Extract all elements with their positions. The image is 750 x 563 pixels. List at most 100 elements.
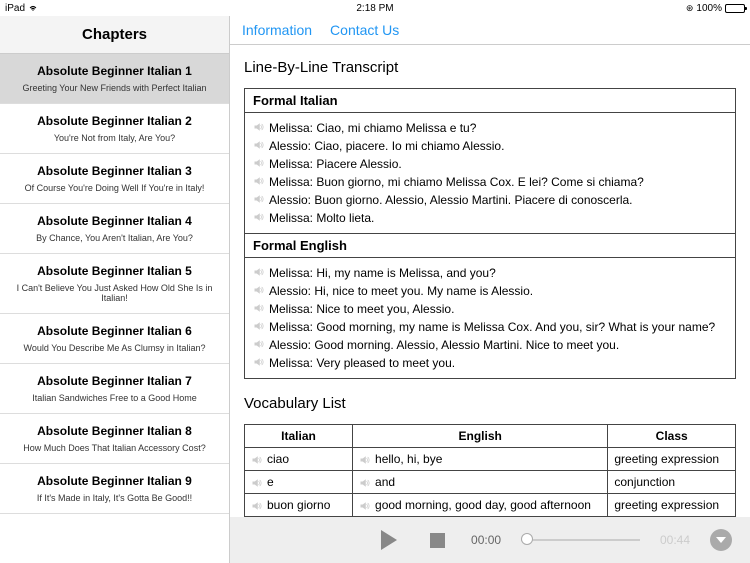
stop-button[interactable] [423,526,451,554]
chapter-subtitle: Of Course You're Doing Well If You're in… [8,183,221,193]
chapter-item[interactable]: Absolute Beginner Italian 2You're Not fr… [0,104,229,154]
sound-icon[interactable] [359,500,371,512]
sound-icon[interactable] [253,320,265,332]
table-cell[interactable]: and [353,471,608,494]
table-row: ciaohello, hi, byegreeting expression [245,448,736,471]
chapter-subtitle: You're Not from Italy, Are You? [8,133,221,143]
sound-icon[interactable] [251,454,263,466]
sound-icon[interactable] [253,356,265,368]
transcript-line[interactable]: Melissa: Nice to meet you, Alessio. [253,300,727,318]
transcript-line[interactable]: Melissa: Very pleased to meet you. [253,354,727,372]
transcript-line[interactable]: Alessio: Buon giorno. Alessio, Alessio M… [253,191,727,209]
transcript-line[interactable]: Alessio: Ciao, piacere. Io mi chiamo Ale… [253,137,727,155]
transcript-line[interactable]: Melissa: Molto lieta. [253,209,727,227]
carrier-label: iPad [5,3,25,14]
audio-total-time: 00:44 [660,533,690,547]
sound-icon[interactable] [251,477,263,489]
chapter-item[interactable]: Absolute Beginner Italian 4 By Chance, Yo… [0,204,229,254]
vocab-text: buon giorno [267,498,330,512]
vocab-text: good morning, good day, good afternoon [375,498,591,512]
chapter-list[interactable]: Absolute Beginner Italian 1Greeting Your… [0,54,229,563]
chapter-item[interactable]: Absolute Beginner Italian 6Would You Des… [0,314,229,364]
sound-icon[interactable] [253,175,265,187]
status-left: iPad [5,3,38,14]
audio-current-time: 00:00 [471,533,501,547]
table-cell[interactable]: hello, hi, bye [353,448,608,471]
table-cell: greeting expression [608,494,736,517]
sound-icon[interactable] [253,157,265,169]
chapter-item[interactable]: Absolute Beginner Italian 5I Can't Belie… [0,254,229,314]
transcript-line[interactable]: Melissa: Ciao, mi chiamo Melissa e tu? [253,119,727,137]
collapse-button[interactable] [710,529,732,551]
chapter-title: Absolute Beginner Italian 3 [8,164,221,178]
battery-icon [725,4,745,13]
table-cell[interactable]: ciao [245,448,353,471]
transcript-text: Alessio: Good morning. Alessio, Alessio … [269,336,619,354]
sound-icon[interactable] [359,454,371,466]
sound-icon[interactable] [253,284,265,296]
transcript-line[interactable]: Alessio: Hi, nice to meet you. My name i… [253,282,727,300]
transcript-line[interactable]: Melissa: Buon giorno, mi chiamo Melissa … [253,173,727,191]
chapter-item[interactable]: Absolute Beginner Italian 3 Of Course You… [0,154,229,204]
sound-icon[interactable] [253,338,265,350]
formal-english-lines: Melissa: Hi, my name is Melissa, and you… [245,258,735,378]
audio-slider[interactable] [521,539,640,541]
table-row: eandconjunction [245,471,736,494]
content-pane: Information Contact Us Line-By-Line Tran… [230,16,750,563]
chapter-title: Absolute Beginner Italian 4 [8,214,221,228]
wifi-icon [28,4,38,12]
vocab-text: hello, hi, bye [375,452,442,466]
table-cell[interactable]: good morning, good day, good afternoon [353,494,608,517]
vocab-header-english: English [353,425,608,448]
transcript-text: Melissa: Ciao, mi chiamo Melissa e tu? [269,119,476,137]
slider-thumb[interactable] [521,533,533,545]
transcript-line[interactable]: Melissa: Piacere Alessio. [253,155,727,173]
table-cell[interactable]: e [245,471,353,494]
content-header: Information Contact Us [230,16,750,45]
contact-link[interactable]: Contact Us [330,22,399,38]
sound-icon[interactable] [253,193,265,205]
vocab-text: e [267,475,274,489]
chapter-title: Absolute Beginner Italian 7 [8,374,221,388]
vocab-header-class: Class [608,425,736,448]
transcript-text: Alessio: Buon giorno. Alessio, Alessio M… [269,191,633,209]
transcript-line[interactable]: Alessio: Good morning. Alessio, Alessio … [253,336,727,354]
transcript-text: Melissa: Nice to meet you, Alessio. [269,300,454,318]
chapter-subtitle: By Chance, You Aren't Italian, Are You? [8,233,221,243]
battery-label: 100% [696,3,722,14]
sound-icon[interactable] [253,121,265,133]
transcript-text: Alessio: Ciao, piacere. Io mi chiamo Ale… [269,137,504,155]
sound-icon[interactable] [253,211,265,223]
chapter-item[interactable]: Absolute Beginner Italian 9If It's Made … [0,464,229,514]
transcript-text: Melissa: Piacere Alessio. [269,155,402,173]
audio-bar: 00:00 00:44 [230,517,750,563]
chapter-title: Absolute Beginner Italian 9 [8,474,221,488]
status-bar: iPad 2:18 PM ⊛ 100% [0,0,750,16]
transcript-line[interactable]: Melissa: Good morning, my name is Meliss… [253,318,727,336]
vocab-title: Vocabulary List [244,395,736,412]
chapter-item[interactable]: Absolute Beginner Italian 8How Much Does… [0,414,229,464]
information-link[interactable]: Information [242,22,312,38]
chapter-title: Absolute Beginner Italian 1 [8,64,221,78]
table-row: buon giorno good morning, good day, good … [245,494,736,517]
sound-icon[interactable] [253,139,265,151]
chapter-subtitle: Italian Sandwiches Free to a Good Home [8,393,221,403]
content-body[interactable]: Line-By-Line Transcript Formal Italian M… [230,45,750,563]
formal-italian-lines: Melissa: Ciao, mi chiamo Melissa e tu?Al… [245,113,735,233]
status-time: 2:18 PM [356,3,393,14]
transcript-text: Melissa: Hi, my name is Melissa, and you… [269,264,496,282]
chapter-item[interactable]: Absolute Beginner Italian 7 Italian Sandw… [0,364,229,414]
vocab-header-italian: Italian [245,425,353,448]
table-cell[interactable]: buon giorno [245,494,353,517]
sound-icon[interactable] [253,302,265,314]
vocab-table: Italian English Class ciao hello, hi, bye… [244,424,736,517]
chapter-item[interactable]: Absolute Beginner Italian 1Greeting Your… [0,54,229,104]
sidebar-title: Chapters [0,16,229,54]
sound-icon[interactable] [251,500,263,512]
sound-icon[interactable] [359,477,371,489]
chapter-subtitle: I Can't Believe You Just Asked How Old S… [8,283,221,303]
play-button[interactable] [375,526,403,554]
transcript-line[interactable]: Melissa: Hi, my name is Melissa, and you… [253,264,727,282]
sound-icon[interactable] [253,266,265,278]
chevron-down-icon [716,537,726,543]
